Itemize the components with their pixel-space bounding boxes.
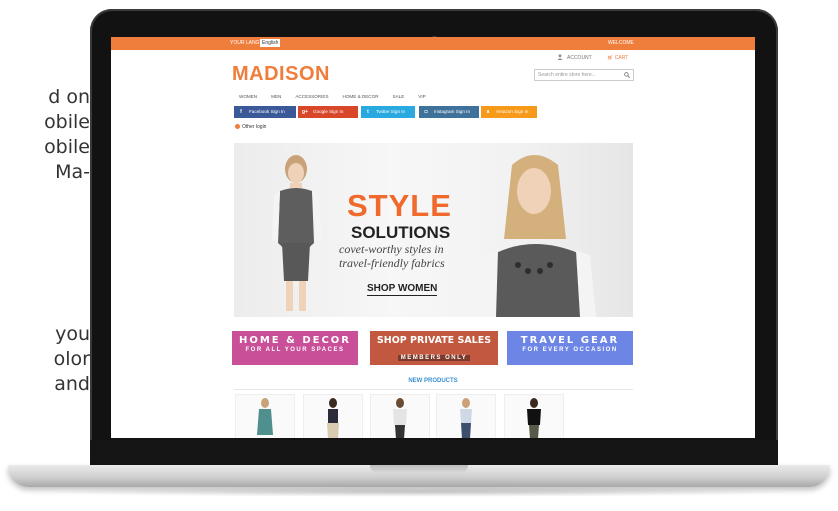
instagram-signin-button[interactable]: ◘ Instagram Sign In xyxy=(419,106,479,118)
product-image xyxy=(460,398,472,438)
product-image xyxy=(257,398,273,435)
side-line: olor xyxy=(53,348,90,370)
promo-title: TRAVEL GEAR xyxy=(520,335,620,346)
cart-link[interactable]: 🛒︎ CART xyxy=(607,55,628,61)
other-logins-link[interactable]: Other login xyxy=(242,124,266,130)
shop-women-link[interactable]: SHOP WOMEN xyxy=(367,283,438,296)
laptop-notch xyxy=(370,465,468,473)
promo-home-decor[interactable]: HOME & DECOR FOR ALL YOUR SPACES xyxy=(232,331,358,365)
store-logo[interactable]: MADISON xyxy=(232,63,330,86)
main-nav: WOMEN MEN ACCESSORIES HOME & DECOR SALE … xyxy=(239,94,440,99)
facebook-icon: f xyxy=(240,109,242,115)
product-thumbnail[interactable] xyxy=(370,394,430,438)
search-icon[interactable] xyxy=(624,72,630,78)
product-image xyxy=(393,398,407,438)
hero-banner[interactable]: STYLE SOLUTIONS covet-worthy styles in t… xyxy=(234,143,633,317)
amazon-icon: a xyxy=(486,109,490,115)
twitter-signin-button[interactable]: t Twitter Sign In xyxy=(361,106,415,118)
side-line: and xyxy=(54,373,90,395)
twitter-icon: t xyxy=(367,109,369,115)
instagram-icon: ◘ xyxy=(424,109,428,115)
side-copy: d on obile obile Ma- you olor and xyxy=(0,0,90,440)
promo-title: SHOP PRIVATE SALES xyxy=(376,335,492,346)
welcome-text: WELCOME xyxy=(608,40,634,46)
side-line: d on xyxy=(48,86,90,108)
promo-travel-gear[interactable]: TRAVEL GEAR FOR EVERY OCCASION xyxy=(507,331,633,365)
laptop-screen: YOUR LANGUAGE: English WELCOME MADISON A… xyxy=(111,37,755,438)
laptop-shadow xyxy=(40,487,800,497)
promo-title: HOME & DECOR xyxy=(238,335,351,346)
nav-item-sale[interactable]: SALE xyxy=(393,94,405,99)
product-image xyxy=(327,398,339,438)
account-link[interactable]: ACCOUNT xyxy=(567,55,592,61)
google-signin-label: Google Sign In xyxy=(313,109,344,114)
twitter-signin-label: Twitter Sign In xyxy=(376,109,406,114)
product-thumbnail[interactable] xyxy=(436,394,496,438)
promo-subtitle: FOR EVERY OCCASION xyxy=(522,347,618,353)
product-thumbnail[interactable] xyxy=(303,394,363,438)
divider xyxy=(234,389,633,390)
search-input[interactable]: Search entire store here... xyxy=(534,69,634,81)
account-icon[interactable] xyxy=(557,54,563,60)
promo-private-sales[interactable]: SHOP PRIVATE SALES MEMBERS ONLY xyxy=(370,331,498,365)
promo-subtitle: FOR ALL YOUR SPACES xyxy=(245,347,345,353)
facebook-signin-button[interactable]: f Facebook Sign In xyxy=(234,106,296,118)
google-signin-button[interactable]: g+ Google Sign In xyxy=(298,106,358,118)
banner-headline: STYLE xyxy=(347,188,452,223)
facebook-signin-label: Facebook Sign In xyxy=(249,109,285,114)
google-icon: g+ xyxy=(302,109,308,115)
banner-subheadline: SOLUTIONS xyxy=(351,223,451,242)
product-thumbnail[interactable] xyxy=(235,394,295,438)
nav-item-vip[interactable]: VIP xyxy=(418,94,425,99)
new-products-heading: NEW PRODUCTS xyxy=(408,378,458,384)
nav-item-accessories[interactable]: ACCESSORIES xyxy=(295,94,328,99)
side-line: obile xyxy=(44,136,90,158)
nav-item-men[interactable]: MEN xyxy=(271,94,281,99)
nav-item-women[interactable]: WOMEN xyxy=(239,94,257,99)
amazon-signin-button[interactable]: a Amazon Sign In xyxy=(481,106,537,118)
side-line: obile xyxy=(44,111,90,133)
cart-label: CART xyxy=(614,55,629,61)
nav-item-home-decor[interactable]: HOME & DECOR xyxy=(343,94,379,99)
side-line: you xyxy=(55,323,90,345)
amazon-signin-label: Amazon Sign In xyxy=(496,109,529,114)
language-select[interactable]: English xyxy=(260,39,280,47)
instagram-signin-label: Instagram Sign In xyxy=(434,109,471,114)
banner-tagline: covet-worthy styles in xyxy=(339,242,444,256)
promo-subtitle: MEMBERS ONLY xyxy=(397,355,471,361)
plus-icon xyxy=(235,124,240,129)
banner-tagline: travel-friendly fabrics xyxy=(339,256,445,270)
side-line: Ma- xyxy=(55,161,90,183)
store-topbar xyxy=(111,37,755,50)
product-thumbnail[interactable] xyxy=(504,394,564,438)
product-image xyxy=(527,398,541,438)
cart-icon: 🛒︎ xyxy=(607,55,614,61)
